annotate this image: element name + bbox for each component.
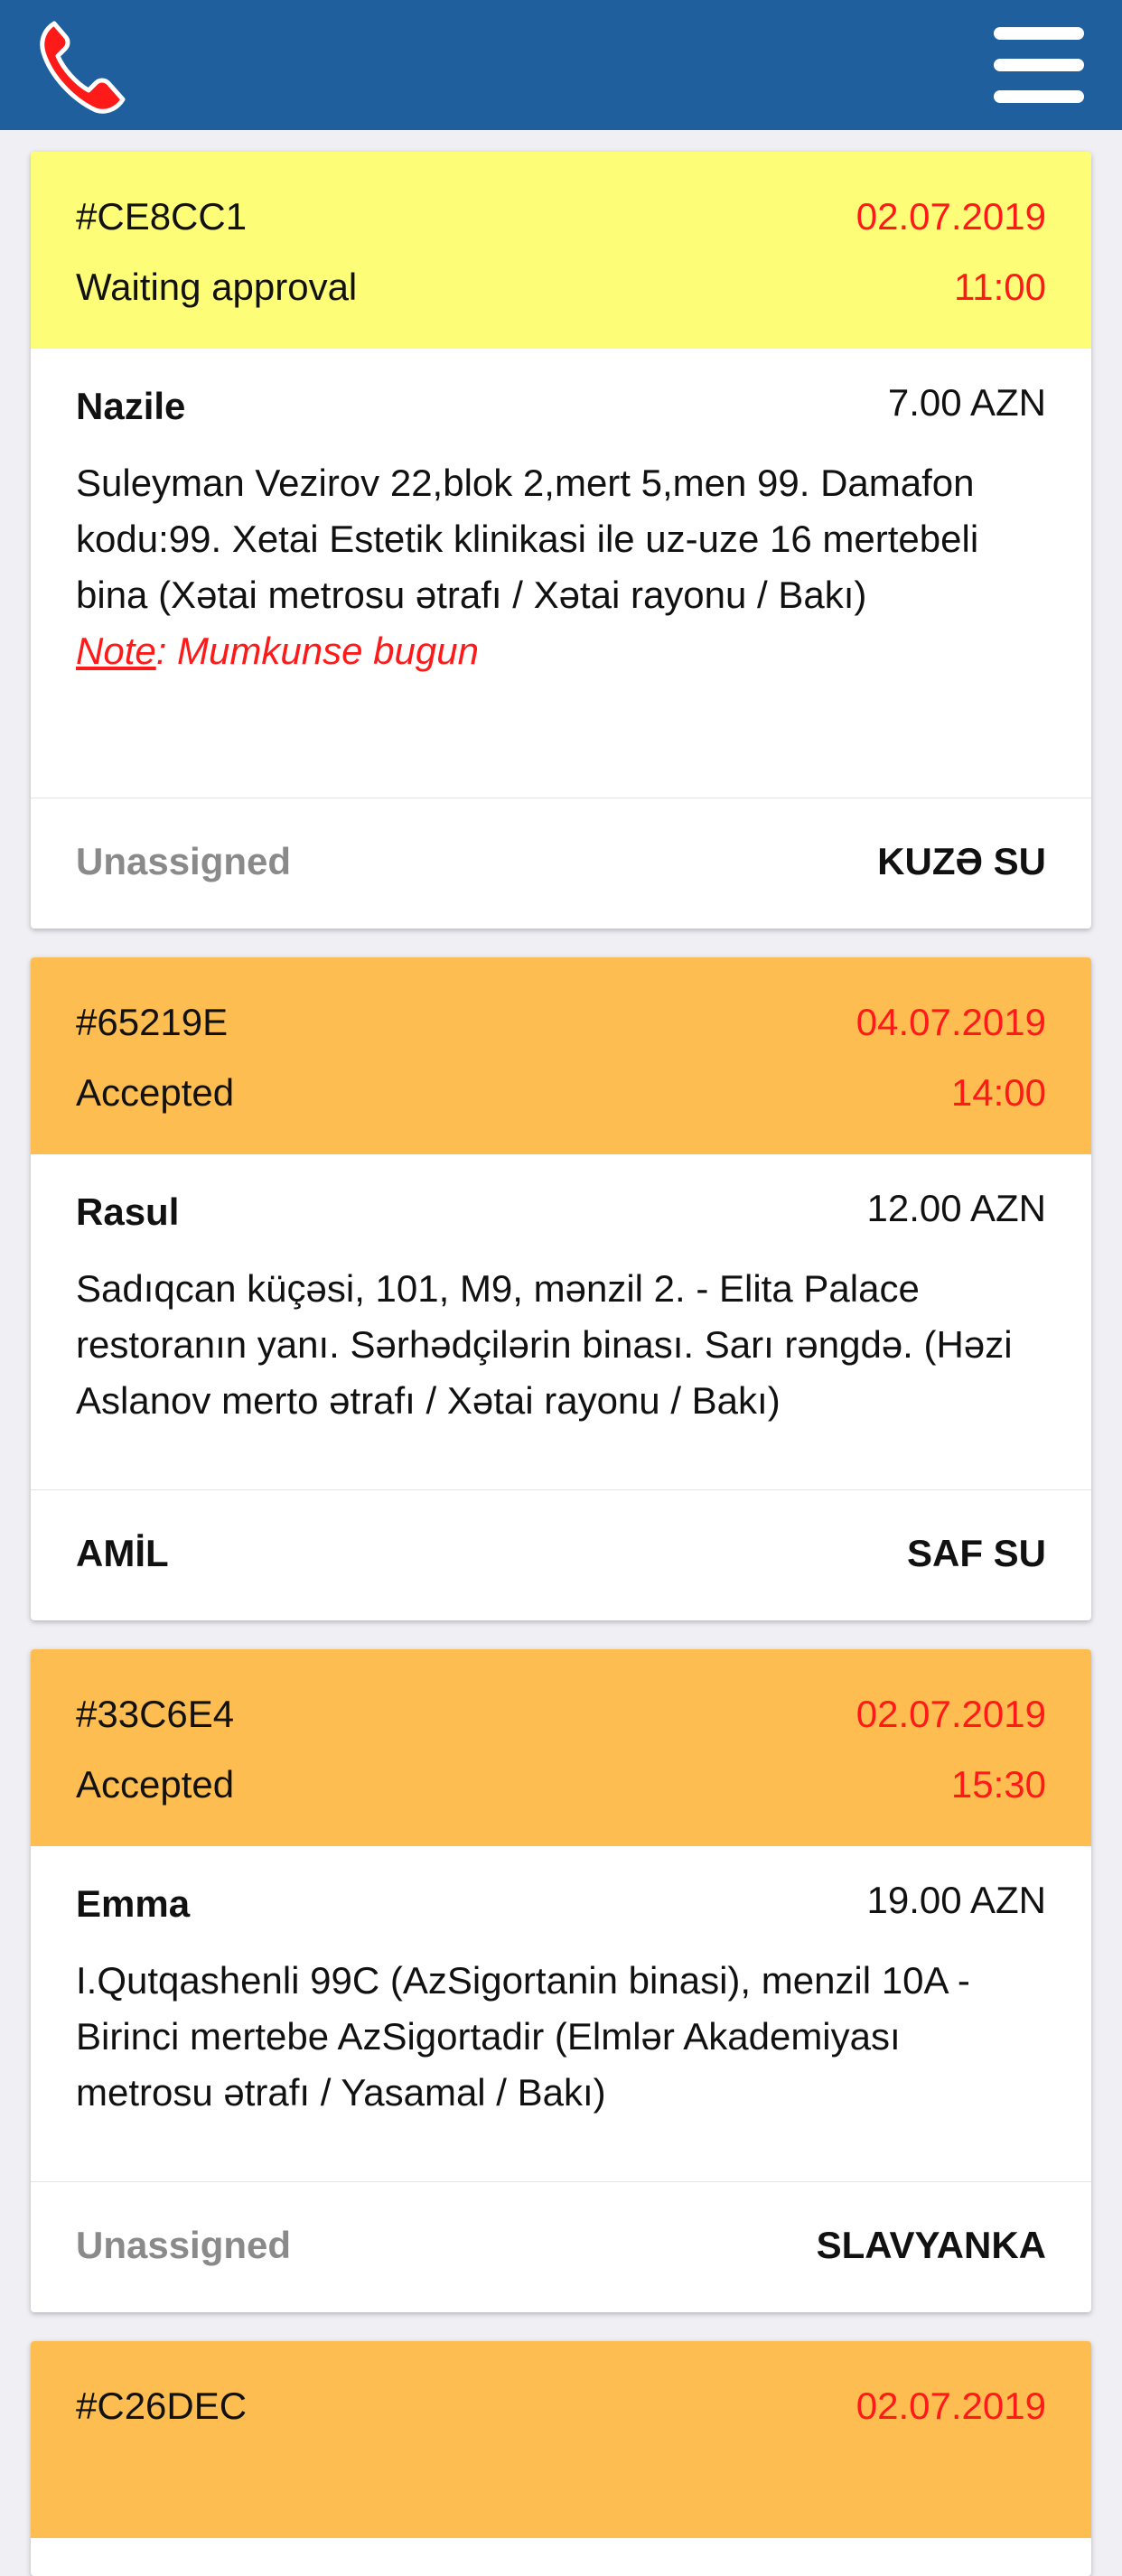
order-date: 04.07.2019 — [856, 1001, 1046, 1043]
order-price: 19.00 AZN — [866, 1879, 1046, 1921]
product-name: SLAVYANKA — [816, 2224, 1046, 2266]
phone-icon[interactable] — [36, 16, 126, 116]
customer-name: Emma — [76, 1882, 191, 1925]
order-card[interactable]: #33C6E4 Accepted 02.07.2019 15:30 Emma 1… — [31, 1649, 1091, 2312]
customer-name: Nazile — [76, 385, 186, 427]
order-card-body: Emma 19.00 AZN I.Qutqashenli 99C (AzSigo… — [31, 1846, 1091, 2121]
order-code: #C26DEC — [76, 2385, 248, 2427]
product-name: SAF SU — [906, 1532, 1046, 1574]
order-price: 7.00 AZN — [887, 381, 1046, 424]
delivery-address: I.Qutqashenli 99C (AzSigortanin binasi),… — [76, 1959, 970, 2114]
order-date: 02.07.2019 — [856, 195, 1046, 238]
order-card-header: #33C6E4 Accepted 02.07.2019 15:30 — [31, 1649, 1091, 1846]
order-card-footer: Unassigned SLAVYANKA — [31, 2181, 1091, 2312]
order-card-footer: Unassigned KUZƏ SU — [31, 798, 1091, 929]
order-price: 12.00 AZN — [866, 1187, 1046, 1229]
order-status: Accepted — [76, 1071, 235, 1114]
order-card-body: Nazile 7.00 AZN Suleyman Vezirov 22,blok… — [31, 349, 1091, 679]
order-code: #33C6E4 — [76, 1693, 235, 1735]
note-label: Note — [76, 630, 156, 672]
app-header — [0, 0, 1122, 130]
courier-name[interactable]: Unassigned — [76, 2224, 291, 2267]
order-card-footer: AMİL SAF SU — [31, 1489, 1091, 1620]
order-time: 15:30 — [950, 1763, 1046, 1806]
note-text: : Mumkunse bugun — [155, 630, 479, 672]
order-code: #CE8CC1 — [76, 195, 248, 238]
order-card[interactable]: #65219E Accepted 04.07.2019 14:00 Rasul … — [31, 957, 1091, 1620]
order-status: Accepted — [76, 1763, 235, 1806]
order-card-body: Rasul 12.00 AZN Sadıqcan küçəsi, 101, M9… — [31, 1154, 1091, 1429]
order-date: 02.07.2019 — [856, 2385, 1046, 2427]
order-time: 11:00 — [954, 266, 1046, 308]
order-date: 02.07.2019 — [856, 1693, 1046, 1735]
delivery-address: Suleyman Vezirov 22,blok 2,mert 5,men 99… — [76, 462, 979, 616]
courier-name[interactable]: AMİL — [76, 1532, 169, 1575]
order-card-header: #65219E Accepted 04.07.2019 14:00 — [31, 957, 1091, 1154]
order-card[interactable]: #CE8CC1 Waiting approval 02.07.2019 11:0… — [31, 152, 1091, 929]
order-status: Waiting approval — [76, 266, 358, 308]
order-card-header: #CE8CC1 Waiting approval 02.07.2019 11:0… — [31, 152, 1091, 349]
hamburger-menu-icon[interactable] — [994, 27, 1084, 103]
courier-name[interactable]: Unassigned — [76, 840, 291, 883]
customer-name: Rasul — [76, 1190, 180, 1233]
order-note: Note: Mumkunse bugun — [76, 623, 1046, 679]
order-card-header: #C26DEC 02.07.2019 — [31, 2341, 1091, 2538]
order-code: #65219E — [76, 1001, 229, 1043]
order-time: 14:00 — [950, 1071, 1046, 1114]
delivery-address: Sadıqcan küçəsi, 101, M9, mənzil 2. - El… — [76, 1267, 1013, 1422]
product-name: KUZƏ SU — [877, 840, 1046, 882]
order-card[interactable]: #C26DEC 02.07.2019 — [31, 2341, 1091, 2576]
